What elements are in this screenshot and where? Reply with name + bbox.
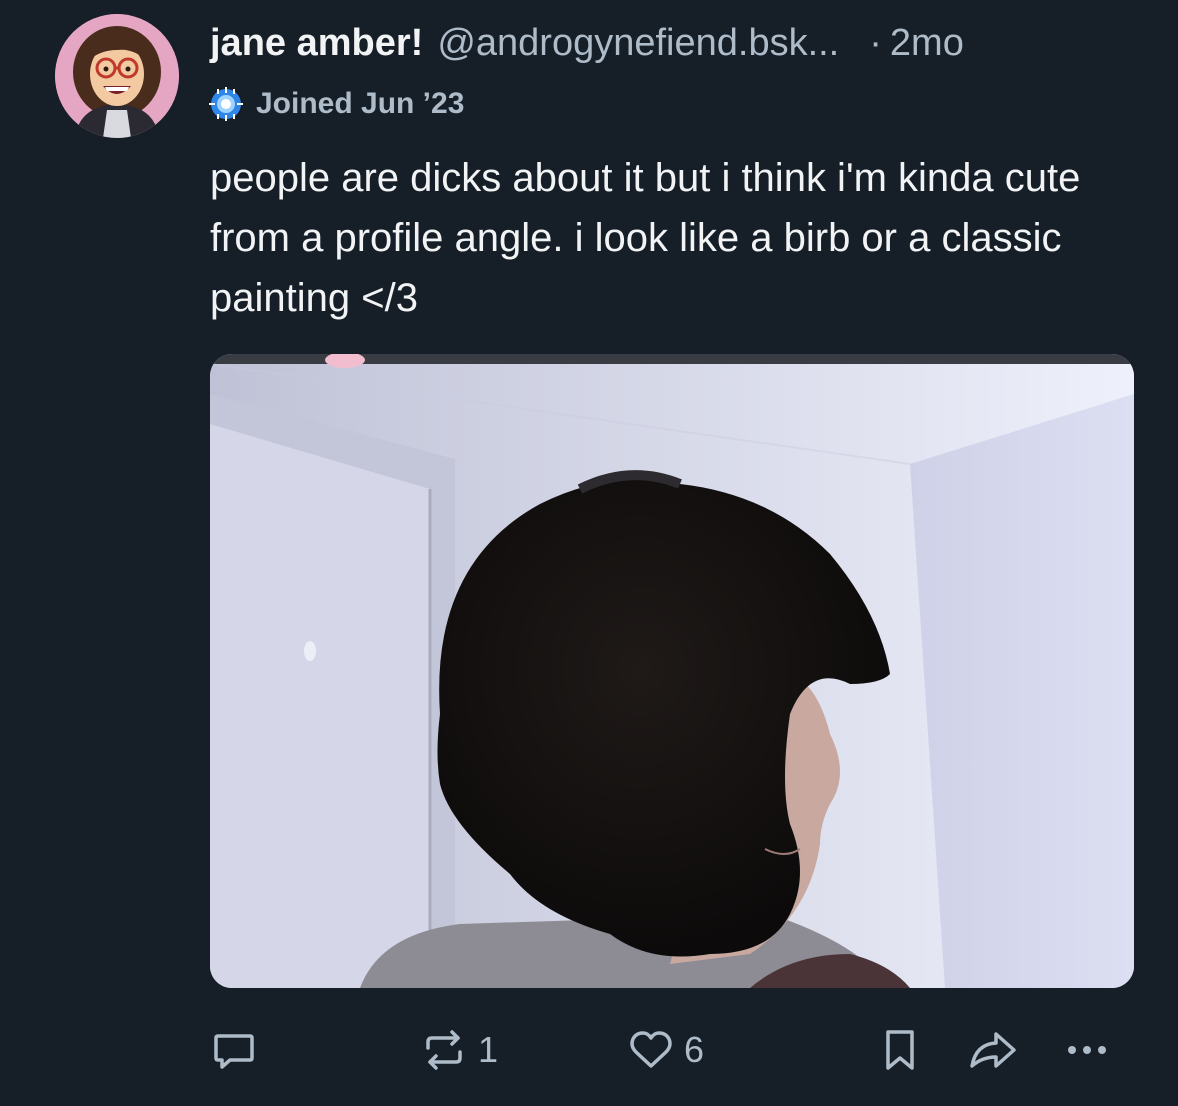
share-button[interactable] [966, 1020, 1020, 1080]
more-options-button[interactable] [1062, 1020, 1112, 1080]
share-arrow-icon [970, 1032, 1016, 1068]
post-image[interactable] [210, 354, 1134, 988]
speech-bubble-icon [214, 1034, 254, 1069]
like-button[interactable]: 6 [626, 1020, 704, 1080]
joined-info: Joined Jun ’23 [208, 84, 464, 124]
repost-arrows-icon [426, 1030, 462, 1070]
post-header: jane amber! @androgynefiend.bsk... · 2mo [210, 18, 1150, 68]
bookmark-icon [886, 1030, 914, 1070]
post-actions-bar: 1 6 [0, 1020, 1178, 1080]
avatar[interactable] [55, 14, 179, 138]
heart-icon [630, 1031, 672, 1068]
photo-illustration [210, 354, 1134, 988]
author-handle[interactable]: @androgynefiend.bsk... [437, 18, 839, 68]
repost-count: 1 [478, 1029, 499, 1070]
more-dots-icon [1068, 1046, 1106, 1054]
post-card: jane amber! @androgynefiend.bsk... · 2mo… [0, 0, 1178, 1106]
display-name[interactable]: jane amber! [210, 18, 423, 68]
post-body-text: people are dicks about it but i think i'… [210, 156, 1081, 320]
separator-dot: · [869, 22, 882, 64]
avatar-illustration [55, 14, 179, 138]
blue-circuit-badge-icon [209, 87, 243, 121]
reply-button[interactable] [210, 1020, 266, 1080]
post-timestamp[interactable]: 2mo [890, 18, 964, 68]
bookmark-button[interactable] [878, 1020, 922, 1080]
joined-text: Joined Jun ’23 [256, 87, 465, 120]
repost-button[interactable]: 1 [418, 1020, 498, 1080]
like-count: 6 [684, 1029, 705, 1070]
